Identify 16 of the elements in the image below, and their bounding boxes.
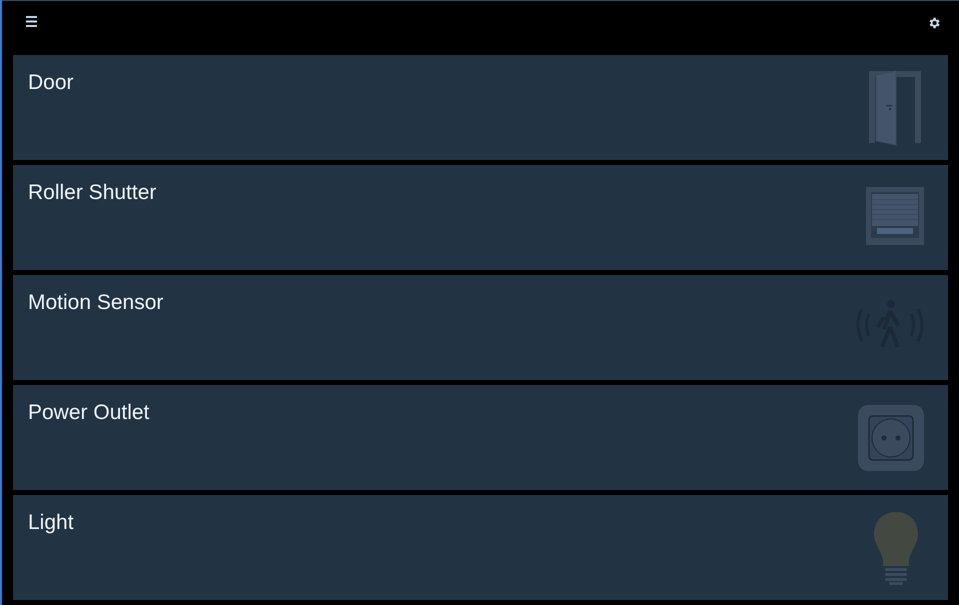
light-bulb-icon: [874, 512, 918, 586]
device-card[interactable]: Motion Sensor: [13, 275, 948, 380]
device-title: Roller Shutter: [28, 180, 156, 206]
power-outlet-icon: [858, 405, 924, 471]
device-title: Motion Sensor: [28, 290, 164, 316]
settings-icon[interactable]: [927, 16, 941, 30]
device-title: Power Outlet: [28, 400, 150, 426]
menu-icon[interactable]: [26, 16, 37, 27]
device-card[interactable]: Roller Shutter: [13, 165, 948, 270]
device-title: Door: [28, 70, 74, 96]
device-title: Light: [28, 510, 74, 536]
device-card[interactable]: Door: [13, 55, 948, 160]
door-icon: [868, 69, 922, 147]
device-card[interactable]: Power Outlet: [13, 385, 948, 490]
device-card[interactable]: Light: [13, 495, 948, 600]
roller-shutter-icon: [866, 187, 924, 245]
